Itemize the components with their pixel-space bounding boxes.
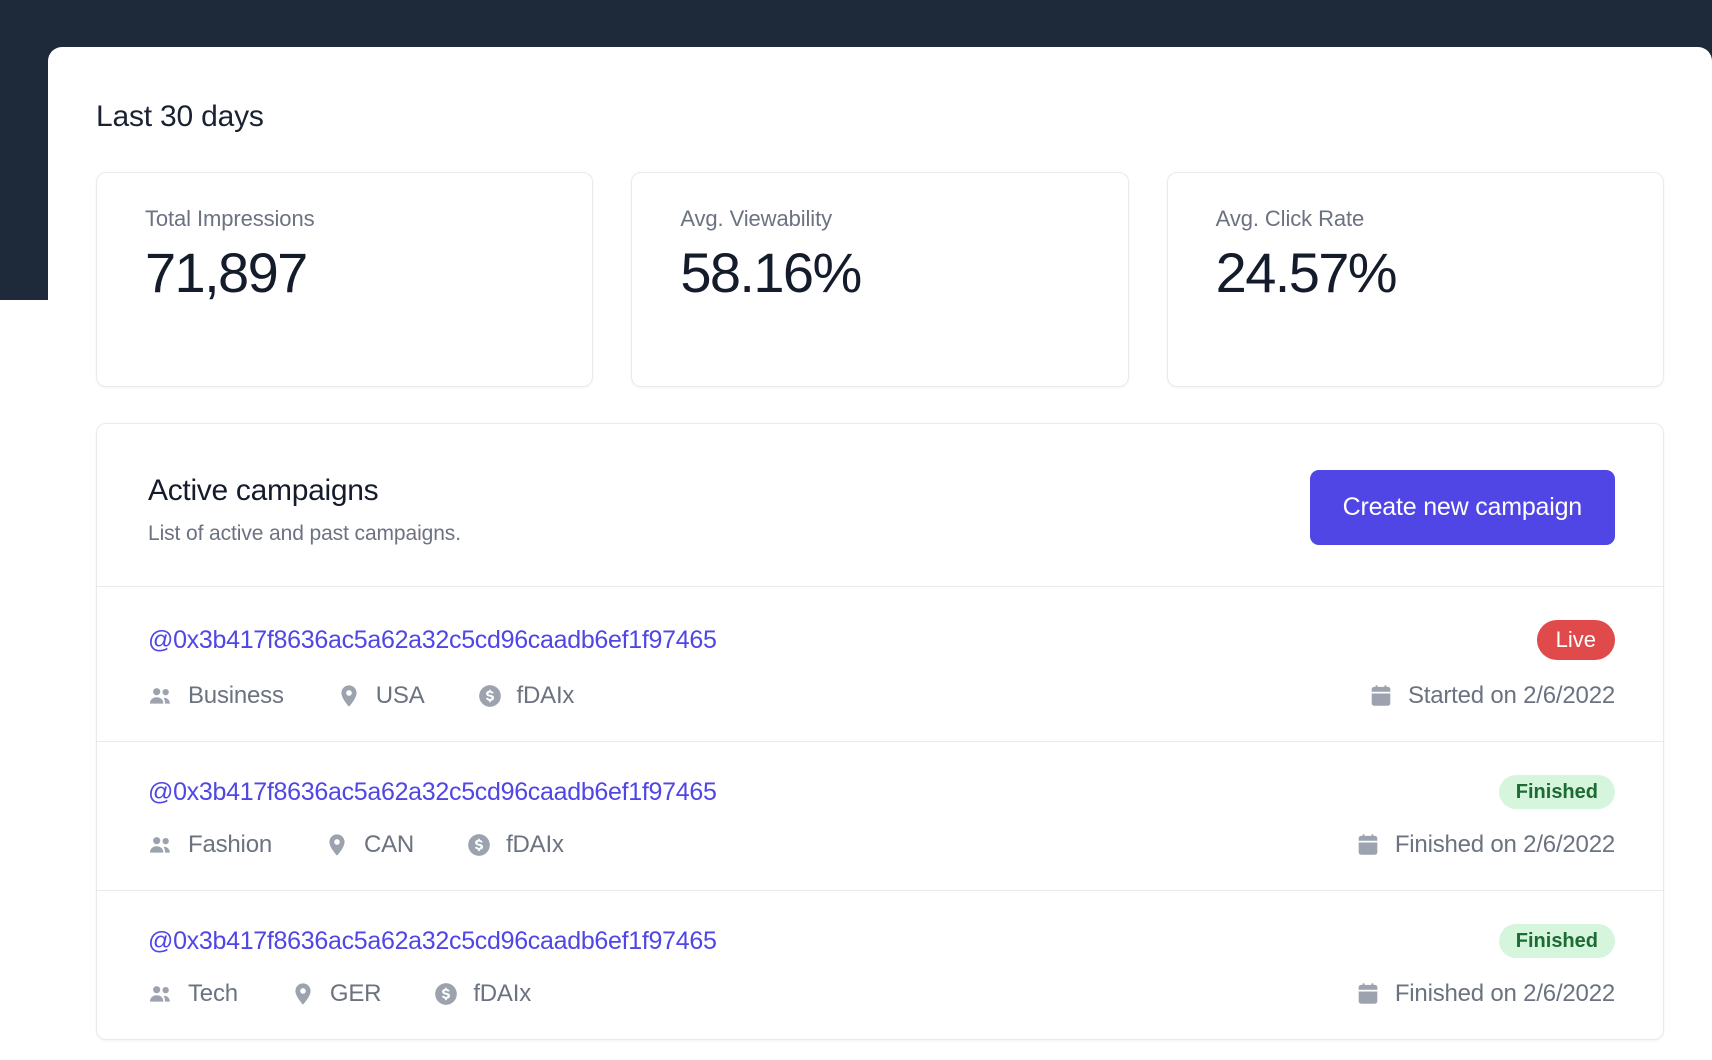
users-icon <box>148 683 174 709</box>
campaign-date-label: Started on 2/6/2022 <box>1407 682 1615 709</box>
dollar-circle-icon <box>477 683 503 709</box>
campaign-audience-label: Business <box>188 682 284 709</box>
stat-card-total-impressions: Total Impressions 71,897 <box>96 172 594 387</box>
stat-label: Avg. Click Rate <box>1215 206 1365 231</box>
campaigns-heading-block: Active campaigns List of active and past… <box>148 470 461 546</box>
dollar-circle-icon <box>466 832 492 858</box>
campaign-address-link[interactable]: @0x3b417f8636ac5a62a32c5cd96caadb6ef1f97… <box>148 626 717 655</box>
stat-value: 24.57% <box>1215 241 1398 304</box>
campaign-row-meta-line: Business USA fDAIx Started on 2/6/2022 <box>148 682 1615 710</box>
campaign-currency-label: fDAIx <box>516 682 575 709</box>
status-badge: Finished <box>1498 924 1615 958</box>
users-icon <box>148 832 174 858</box>
campaign-date: Started on 2/6/2022 <box>1368 682 1615 710</box>
status-badge: Live <box>1536 620 1615 660</box>
campaign-row-primary-line: @0x3b417f8636ac5a62a32c5cd96caadb6ef1f97… <box>148 924 1615 958</box>
active-campaigns-card: Active campaigns List of active and past… <box>96 423 1664 1040</box>
campaign-region-label: GER <box>329 980 382 1007</box>
stat-value: 71,897 <box>145 241 308 304</box>
campaign-audience-label: Fashion <box>188 831 272 858</box>
location-pin-icon <box>336 683 362 709</box>
stat-label: Avg. Viewability <box>680 206 832 231</box>
create-new-campaign-button[interactable]: Create new campaign <box>1309 470 1615 545</box>
stat-card-avg-viewability: Avg. Viewability 58.16% <box>631 172 1129 387</box>
campaigns-title: Active campaigns <box>148 474 379 507</box>
campaign-date: Finished on 2/6/2022 <box>1355 831 1615 859</box>
campaign-address-link[interactable]: @0x3b417f8636ac5a62a32c5cd96caadb6ef1f97… <box>148 927 717 956</box>
stat-card-avg-click-rate: Avg. Click Rate 24.57% <box>1166 172 1664 387</box>
calendar-icon <box>1355 981 1381 1007</box>
campaign-region-label: USA <box>375 682 425 709</box>
stat-label: Total Impressions <box>145 206 315 231</box>
campaign-row-meta-line: Tech GER fDAIx Finished on 2/6/2022 <box>148 980 1615 1008</box>
campaigns-subtitle: List of active and past campaigns. <box>148 522 461 545</box>
stats-row: Total Impressions 71,897 Avg. Viewabilit… <box>96 172 1664 387</box>
dashboard-page-card: Last 30 days Total Impressions 71,897 Av… <box>48 47 1712 1060</box>
calendar-icon <box>1368 683 1394 709</box>
campaign-meta-group: Fashion CAN fDAIx <box>148 831 564 859</box>
campaign-currency: fDAIx <box>433 980 531 1008</box>
location-pin-icon <box>324 832 350 858</box>
users-icon <box>148 981 174 1007</box>
campaign-region-label: CAN <box>363 831 415 858</box>
campaign-meta-group: Tech GER fDAIx <box>148 980 531 1008</box>
campaign-currency-label: fDAIx <box>473 980 532 1007</box>
table-row[interactable]: @0x3b417f8636ac5a62a32c5cd96caadb6ef1f97… <box>97 891 1663 1039</box>
dollar-circle-icon <box>433 981 459 1007</box>
page-title: Last 30 days <box>96 100 264 133</box>
table-row[interactable]: @0x3b417f8636ac5a62a32c5cd96caadb6ef1f97… <box>97 742 1663 891</box>
campaign-row-meta-line: Fashion CAN fDAIx Finished on 2/6/2022 <box>148 831 1615 859</box>
location-pin-icon <box>290 981 316 1007</box>
campaign-audience-label: Tech <box>188 980 238 1007</box>
campaign-currency-label: fDAIx <box>506 831 564 858</box>
campaign-row-primary-line: @0x3b417f8636ac5a62a32c5cd96caadb6ef1f97… <box>148 620 1615 660</box>
campaign-currency: fDAIx <box>477 682 575 710</box>
campaign-audience: Fashion <box>148 831 272 859</box>
campaign-region: GER <box>290 980 382 1008</box>
campaign-date: Finished on 2/6/2022 <box>1355 980 1615 1008</box>
calendar-icon <box>1355 832 1381 858</box>
active-campaigns-header: Active campaigns List of active and past… <box>97 424 1663 587</box>
campaign-region: USA <box>336 682 425 710</box>
table-row[interactable]: @0x3b417f8636ac5a62a32c5cd96caadb6ef1f97… <box>97 587 1663 742</box>
campaign-meta-group: Business USA fDAIx <box>148 682 574 710</box>
campaign-currency: fDAIx <box>466 831 564 859</box>
campaign-audience: Business <box>148 682 284 710</box>
campaign-date-label: Finished on 2/6/2022 <box>1394 980 1615 1007</box>
campaign-address-link[interactable]: @0x3b417f8636ac5a62a32c5cd96caadb6ef1f97… <box>148 778 717 807</box>
stat-value: 58.16% <box>680 241 862 304</box>
status-badge: Finished <box>1498 775 1615 809</box>
campaign-audience: Tech <box>148 980 238 1008</box>
campaign-region: CAN <box>324 831 414 859</box>
campaign-row-primary-line: @0x3b417f8636ac5a62a32c5cd96caadb6ef1f97… <box>148 775 1615 809</box>
campaign-date-label: Finished on 2/6/2022 <box>1394 831 1615 858</box>
